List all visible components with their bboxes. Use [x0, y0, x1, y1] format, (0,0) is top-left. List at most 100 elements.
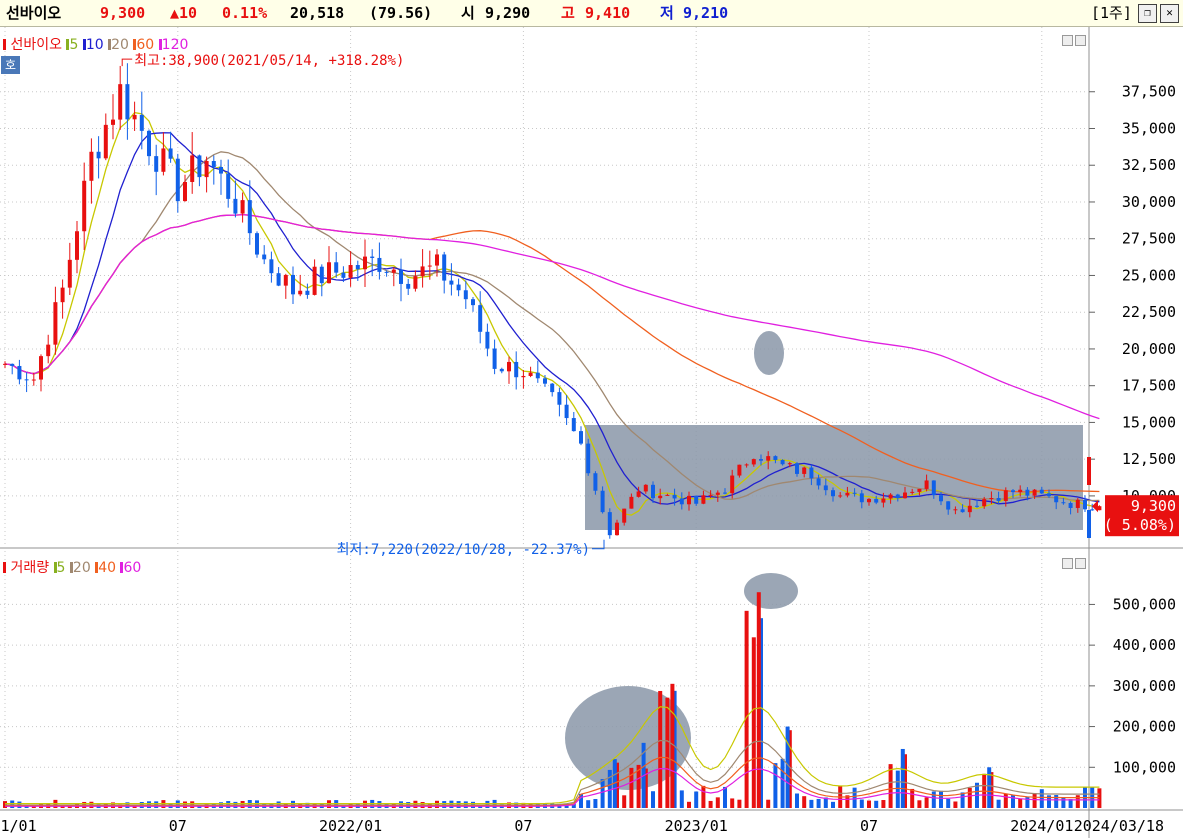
candle-body: [240, 200, 245, 214]
candle-body: [636, 491, 641, 497]
close-icon[interactable]: ✕: [1160, 4, 1179, 23]
candle-body: [233, 198, 238, 214]
volume-bar: [413, 800, 418, 808]
volume-bar: [960, 792, 965, 808]
candle-body: [427, 265, 432, 267]
candle-body: [377, 257, 382, 272]
candle-body: [514, 361, 519, 378]
candle-body: [327, 262, 331, 284]
volume-bar: [1011, 795, 1015, 808]
candle-body: [24, 379, 29, 381]
candle-body: [816, 478, 821, 486]
volume-bar: [895, 770, 900, 808]
volume-bar: [701, 785, 706, 808]
time-tick-label: 2024/01: [1010, 817, 1073, 835]
candle-body: [82, 180, 87, 232]
price-tick-label: 12,500: [1122, 450, 1176, 468]
candle-body: [183, 181, 187, 202]
volume-tick-label: 300,000: [1113, 677, 1176, 695]
volume-bar: [874, 800, 879, 808]
price-tick-label: 25,000: [1122, 266, 1176, 284]
quote-badge[interactable]: 호: [1, 56, 20, 74]
candle-body: [247, 200, 252, 234]
candle-body: [406, 283, 411, 289]
volume-bar: [802, 796, 807, 808]
price-tick-label: 35,000: [1122, 119, 1176, 137]
candle-body: [910, 491, 915, 493]
candle-body: [89, 151, 94, 181]
candle-body: [46, 344, 51, 357]
candle-body: [888, 494, 893, 499]
time-tick-label: 2023/01: [665, 817, 728, 835]
high-annotation: 최고:38,900(2021/05/14, +318.28%): [134, 53, 404, 69]
candle-body: [960, 509, 965, 513]
candle-body: [139, 114, 144, 131]
candle-body: [535, 372, 540, 379]
price-tick-label: 20,000: [1122, 340, 1176, 358]
candle-body: [924, 480, 929, 489]
volume-bar: [924, 797, 929, 808]
candle-body: [1054, 496, 1059, 503]
volume-bar: [816, 798, 821, 808]
candle-body: [874, 498, 879, 503]
volume-panel-close-icon[interactable]: [1075, 558, 1086, 569]
volume-tick-label: 100,000: [1113, 758, 1176, 776]
candle-body: [125, 84, 130, 120]
price-tick-label: 15,000: [1122, 413, 1176, 431]
candle: [607, 508, 612, 539]
candle-body: [262, 254, 267, 260]
candle-body: [449, 280, 454, 285]
volume-bar: [917, 800, 922, 808]
price-tick-label: 17,500: [1122, 377, 1176, 395]
candle-body: [982, 499, 987, 507]
candle-body: [334, 262, 339, 273]
candle-body: [355, 265, 360, 270]
volume-bar: [751, 637, 756, 808]
candle-body: [204, 161, 209, 178]
period-selector[interactable]: [1주]: [1091, 0, 1132, 26]
volume-bar: [665, 697, 670, 808]
time-tick-label: 07: [169, 817, 187, 835]
price-panel-minimize-icon[interactable]: [1062, 35, 1073, 46]
candle-body: [1083, 499, 1087, 510]
candle-body: [67, 259, 72, 288]
candle-body: [370, 256, 375, 258]
candle-body: [269, 259, 274, 274]
candle-body: [967, 505, 972, 513]
candle-body: [1003, 490, 1008, 501]
volume-bar: [715, 797, 720, 808]
candle-body: [17, 365, 22, 380]
volume-bar: [931, 791, 936, 808]
price-tick-label: 37,500: [1122, 83, 1176, 101]
volume-tick-label: 200,000: [1113, 718, 1176, 736]
volume-bar: [744, 610, 749, 808]
candle-body: [391, 269, 396, 273]
price-tick-label: 30,000: [1122, 193, 1176, 211]
candle-body: [53, 302, 58, 345]
open-label: 시: [461, 4, 475, 22]
volume-panel-minimize-icon[interactable]: [1062, 558, 1073, 569]
candle-body: [168, 148, 173, 159]
candle-body: [413, 276, 418, 289]
candle-body: [305, 290, 310, 295]
candle-body: [975, 505, 979, 507]
volume-bar: [1018, 798, 1023, 808]
restore-icon[interactable]: ❐: [1138, 4, 1157, 23]
candle-body: [132, 114, 137, 120]
volume-bar: [687, 801, 691, 808]
candle-body: [795, 463, 799, 474]
candle-body: [953, 509, 958, 511]
legend-vol-ma40: 40: [98, 560, 117, 576]
candle: [586, 438, 591, 476]
candle-body: [118, 84, 123, 120]
volume-bar: [593, 799, 598, 808]
legend-ma120: 120: [161, 37, 189, 53]
price-tick-label: 27,500: [1122, 230, 1176, 248]
price-panel-close-icon[interactable]: [1075, 35, 1086, 46]
candle-body: [463, 290, 468, 300]
candle-body: [399, 269, 403, 284]
current-price-label: 9,300: [1131, 497, 1176, 515]
volume-bar: [708, 800, 713, 808]
candle-body: [507, 361, 511, 372]
time-tick-label: 2021/01: [0, 817, 37, 835]
